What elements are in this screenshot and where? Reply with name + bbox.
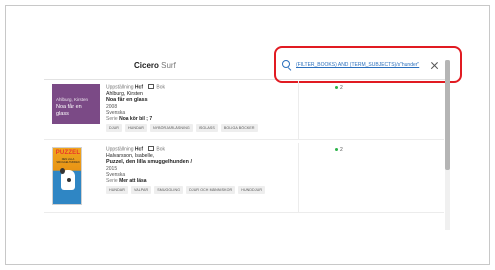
- subject-tag[interactable]: DJUR: [106, 123, 122, 132]
- subject-tag[interactable]: BOLIGA BÖCKER: [220, 123, 258, 132]
- book-icon: [148, 146, 155, 151]
- availability-dot-icon: [335, 85, 338, 89]
- series-label: Serie: [106, 115, 118, 122]
- cover-subtitle: DEN LILLA SMUGGELHUNDEN: [56, 158, 80, 164]
- brand-suffix: Surf: [161, 61, 176, 70]
- availability-dot-icon: [335, 147, 338, 151]
- subject-tag[interactable]: HUNDAR: [106, 185, 128, 194]
- book-title[interactable]: Noa får en glass: [106, 97, 258, 104]
- cover-title: Noa får en glass: [56, 104, 82, 117]
- format-label: Bok: [156, 84, 165, 91]
- status-label: Uppställning: [106, 146, 134, 153]
- result-item[interactable]: PUZZEL DEN LILLA SMUGGELHUNDEN Uppställn…: [44, 143, 444, 213]
- subject-tag[interactable]: HUNDAR: [124, 123, 147, 132]
- subject-tag[interactable]: NYBÖRJARLÄSNING: [149, 123, 193, 132]
- dog-spot-shape: [67, 178, 71, 182]
- scrollbar-thumb[interactable]: [445, 60, 450, 170]
- subject-tag[interactable]: ISGLASS: [195, 123, 218, 132]
- subject-tag[interactable]: HUNDDJUR: [238, 185, 266, 194]
- format-label: Bok: [156, 146, 165, 153]
- subject-tag[interactable]: SMUGGLING: [154, 185, 184, 194]
- scrollbar[interactable]: [445, 60, 450, 230]
- column-divider: [298, 81, 299, 140]
- search-highlight-annotation: [274, 46, 462, 83]
- status-label: Uppställning: [106, 84, 134, 91]
- book-icon: [148, 84, 155, 89]
- book-cover[interactable]: PUZZEL DEN LILLA SMUGGELHUNDEN: [52, 147, 82, 205]
- shelf-code: Hcf: [134, 146, 143, 153]
- book-series[interactable]: Noa kör bil ; 7: [119, 116, 152, 122]
- availability-number: 2: [340, 85, 343, 91]
- book-cover[interactable]: Ahlburg, Kirsten Noa får en glass: [52, 84, 100, 124]
- cover-author: Ahlburg, Kirsten: [56, 97, 89, 102]
- shelf-code: Hcf: [134, 84, 143, 91]
- book-title[interactable]: Puzzel, den lilla smuggelhunden /: [106, 159, 265, 166]
- brand-name: Cicero: [134, 61, 159, 70]
- brand-logo[interactable]: Cicero Surf: [134, 61, 176, 70]
- cover-title: PUZZEL: [55, 150, 81, 156]
- book-info: Uppställning Hcf Bok Ahlburg, Kirsten No…: [106, 84, 258, 132]
- availability-number: 2: [340, 147, 343, 153]
- subject-tags: DJUR HUNDAR NYBÖRJARLÄSNING ISGLASS BOLI…: [106, 123, 258, 132]
- result-item[interactable]: Ahlburg, Kirsten Noa får en glass Uppstä…: [44, 81, 444, 140]
- availability-count: 2: [335, 147, 343, 153]
- book-series[interactable]: Mer att läsa: [119, 178, 147, 184]
- availability-count: 2: [335, 85, 343, 91]
- subject-tag[interactable]: DJUR OCH MÄNNISKOR: [186, 185, 236, 194]
- series-label: Serie: [106, 177, 118, 184]
- book-info: Uppställning Hcf Bok Halvarsson, Isabell…: [106, 146, 266, 194]
- column-divider: [298, 143, 299, 213]
- subject-tag[interactable]: VALPAR: [130, 185, 152, 194]
- dog-ear-shape: [60, 168, 65, 174]
- subject-tags: HUNDAR VALPAR SMUGGLING DJUR OCH MÄNNISK…: [106, 185, 266, 194]
